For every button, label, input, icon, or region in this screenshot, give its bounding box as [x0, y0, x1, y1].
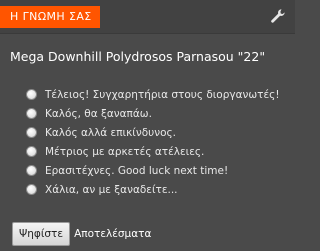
radio-button[interactable]: [26, 184, 37, 195]
poll-option-label: Καλός, θα ξαναπάω.: [45, 107, 152, 120]
poll-options: Τέλειος! Συγχαρητήρια στους διοργανωτές!…: [26, 85, 280, 199]
poll-option-label: Τέλειος! Συγχαρητήρια στους διοργανωτές!: [45, 88, 280, 101]
poll-actions: Ψηφίστε Αποτελέσματα: [12, 222, 151, 246]
poll-option[interactable]: Μέτριος με αρκετές ατέλειες.: [26, 142, 280, 161]
poll-option-label: Χάλια, αν με ξαναδείτε...: [45, 183, 178, 196]
poll-option[interactable]: Καλός αλλά επικίνδυνος.: [26, 123, 280, 142]
radio-button[interactable]: [26, 108, 37, 119]
poll-option[interactable]: Καλός, θα ξαναπάω.: [26, 104, 280, 123]
vote-button[interactable]: Ψηφίστε: [12, 222, 71, 246]
module-title: Η ΓΝΩΜΗ ΣΑΣ: [0, 6, 100, 28]
results-link[interactable]: Αποτελέσματα: [74, 228, 151, 240]
poll-option-label: Καλός αλλά επικίνδυνος.: [45, 126, 176, 139]
poll-option[interactable]: Ερασιτέχνες. Good luck next time!: [26, 161, 280, 180]
radio-button[interactable]: [26, 89, 37, 100]
poll-option[interactable]: Τέλειος! Συγχαρητήρια στους διοργανωτές!: [26, 85, 280, 104]
radio-button[interactable]: [26, 127, 37, 138]
wrench-icon[interactable]: [269, 7, 287, 25]
poll-option[interactable]: Χάλια, αν με ξαναδείτε...: [26, 180, 280, 199]
poll-option-label: Ερασιτέχνες. Good luck next time!: [45, 164, 229, 177]
module-header: Η ΓΝΩΜΗ ΣΑΣ: [0, 0, 295, 34]
radio-button[interactable]: [26, 146, 37, 157]
poll-question: Mega Downhill Polydrosos Parnasou "22": [10, 49, 266, 64]
radio-button[interactable]: [26, 165, 37, 176]
poll-option-label: Μέτριος με αρκετές ατέλειες.: [45, 145, 205, 158]
